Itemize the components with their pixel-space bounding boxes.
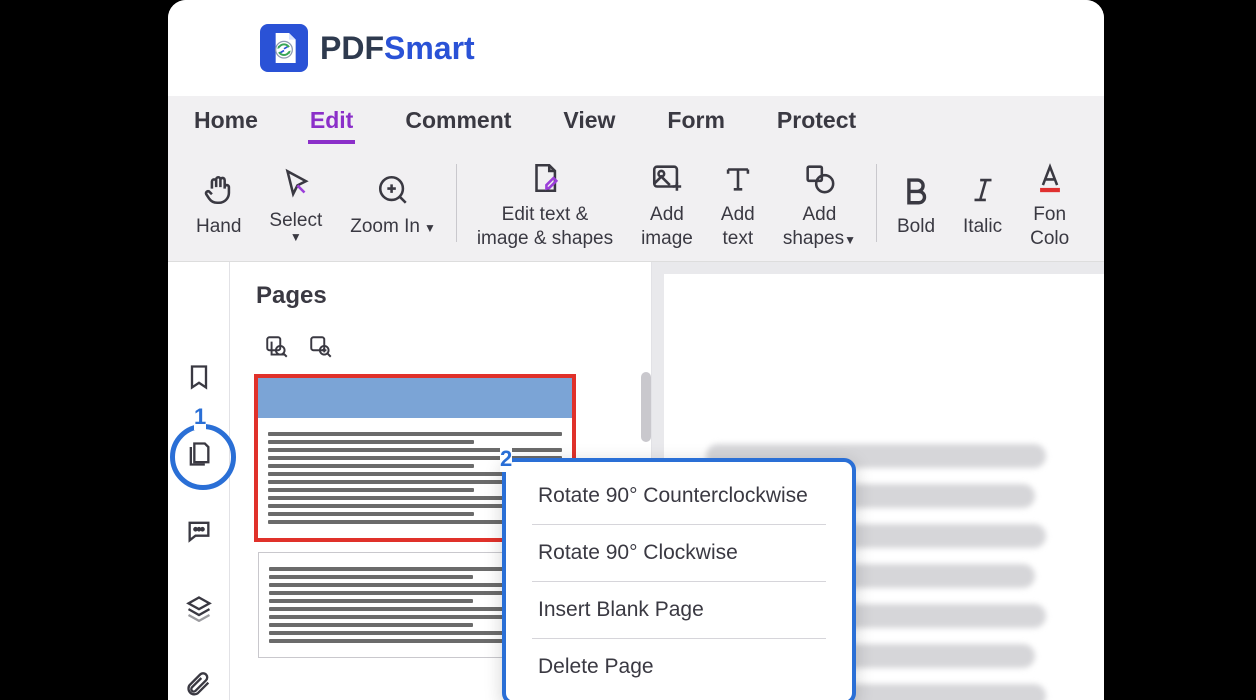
tool-italic[interactable]: Italic (949, 144, 1016, 261)
toolbar-separator (876, 164, 877, 242)
logo-icon (260, 24, 308, 72)
thumbnail-header (258, 378, 572, 418)
pages-scrollbar[interactable] (641, 372, 651, 442)
tool-add-text[interactable]: Addtext (707, 144, 769, 261)
toolbar-separator (456, 164, 457, 242)
layers-icon (185, 594, 213, 622)
ctx-rotate-cw[interactable]: Rotate 90° Clockwise (506, 527, 852, 579)
menu-comment[interactable]: Comment (403, 101, 513, 140)
zoom-in-icon (376, 173, 410, 207)
text-icon (721, 161, 755, 195)
image-plus-icon (650, 161, 684, 195)
hand-icon (202, 173, 236, 207)
shapes-icon (802, 161, 836, 195)
tool-add-shapes[interactable]: Addshapes▼ (769, 144, 870, 261)
titlebar: PDFSmart (168, 0, 1104, 96)
tool-select[interactable]: Select ▼ (255, 144, 336, 261)
chat-icon (185, 517, 213, 545)
pages-panel-tools (256, 334, 629, 360)
page-context-menu: Rotate 90° Counterclockwise Rotate 90° C… (502, 458, 856, 700)
ctx-rotate-ccw[interactable]: Rotate 90° Counterclockwise (506, 470, 852, 522)
menu-home[interactable]: Home (192, 101, 260, 140)
italic-icon (966, 173, 1000, 207)
tool-add-image[interactable]: Addimage (627, 144, 707, 261)
ctx-delete-page[interactable]: Delete Page (506, 641, 852, 693)
ctx-insert-blank[interactable]: Insert Blank Page (506, 584, 852, 636)
toolbar: Hand Select ▼ Zoom In▼ Edit text &image … (168, 144, 1104, 262)
app-logo: PDFSmart (260, 24, 475, 72)
tool-bold[interactable]: Bold (883, 144, 949, 261)
tool-edit-text-shapes[interactable]: Edit text &image & shapes (463, 144, 627, 261)
edit-page-icon (528, 161, 562, 195)
pages-zoom-in-icon[interactable] (308, 334, 334, 360)
tool-hand[interactable]: Hand (182, 144, 255, 261)
tool-font-color[interactable]: FonColo (1016, 144, 1083, 261)
bookmark-icon (185, 363, 213, 391)
annotation-1: 1 (194, 404, 206, 430)
bold-icon (899, 173, 933, 207)
tool-zoom-in[interactable]: Zoom In▼ (336, 144, 450, 261)
sidebar-bookmarks[interactable] (179, 362, 219, 393)
paperclip-icon (185, 671, 213, 699)
font-color-icon (1033, 161, 1067, 195)
pages-panel-title: Pages (256, 282, 629, 310)
menu-form[interactable]: Form (665, 101, 727, 140)
menubar: Home Edit Comment View Form Protect (168, 96, 1104, 144)
annotation-2: 2 (500, 446, 512, 472)
sidebar-attachments[interactable] (179, 669, 219, 700)
menu-view[interactable]: View (561, 101, 617, 140)
annotation-1-circle (170, 424, 236, 490)
menu-protect[interactable]: Protect (775, 101, 858, 140)
app-title: PDFSmart (320, 30, 475, 67)
cursor-icon (279, 167, 313, 201)
sidebar-layers[interactable] (179, 592, 219, 623)
sidebar-comments[interactable] (179, 516, 219, 547)
pages-zoom-out-icon[interactable] (264, 334, 290, 360)
menu-edit[interactable]: Edit (308, 101, 355, 140)
app-window: PDFSmart Home Edit Comment View Form Pro… (168, 0, 1104, 700)
